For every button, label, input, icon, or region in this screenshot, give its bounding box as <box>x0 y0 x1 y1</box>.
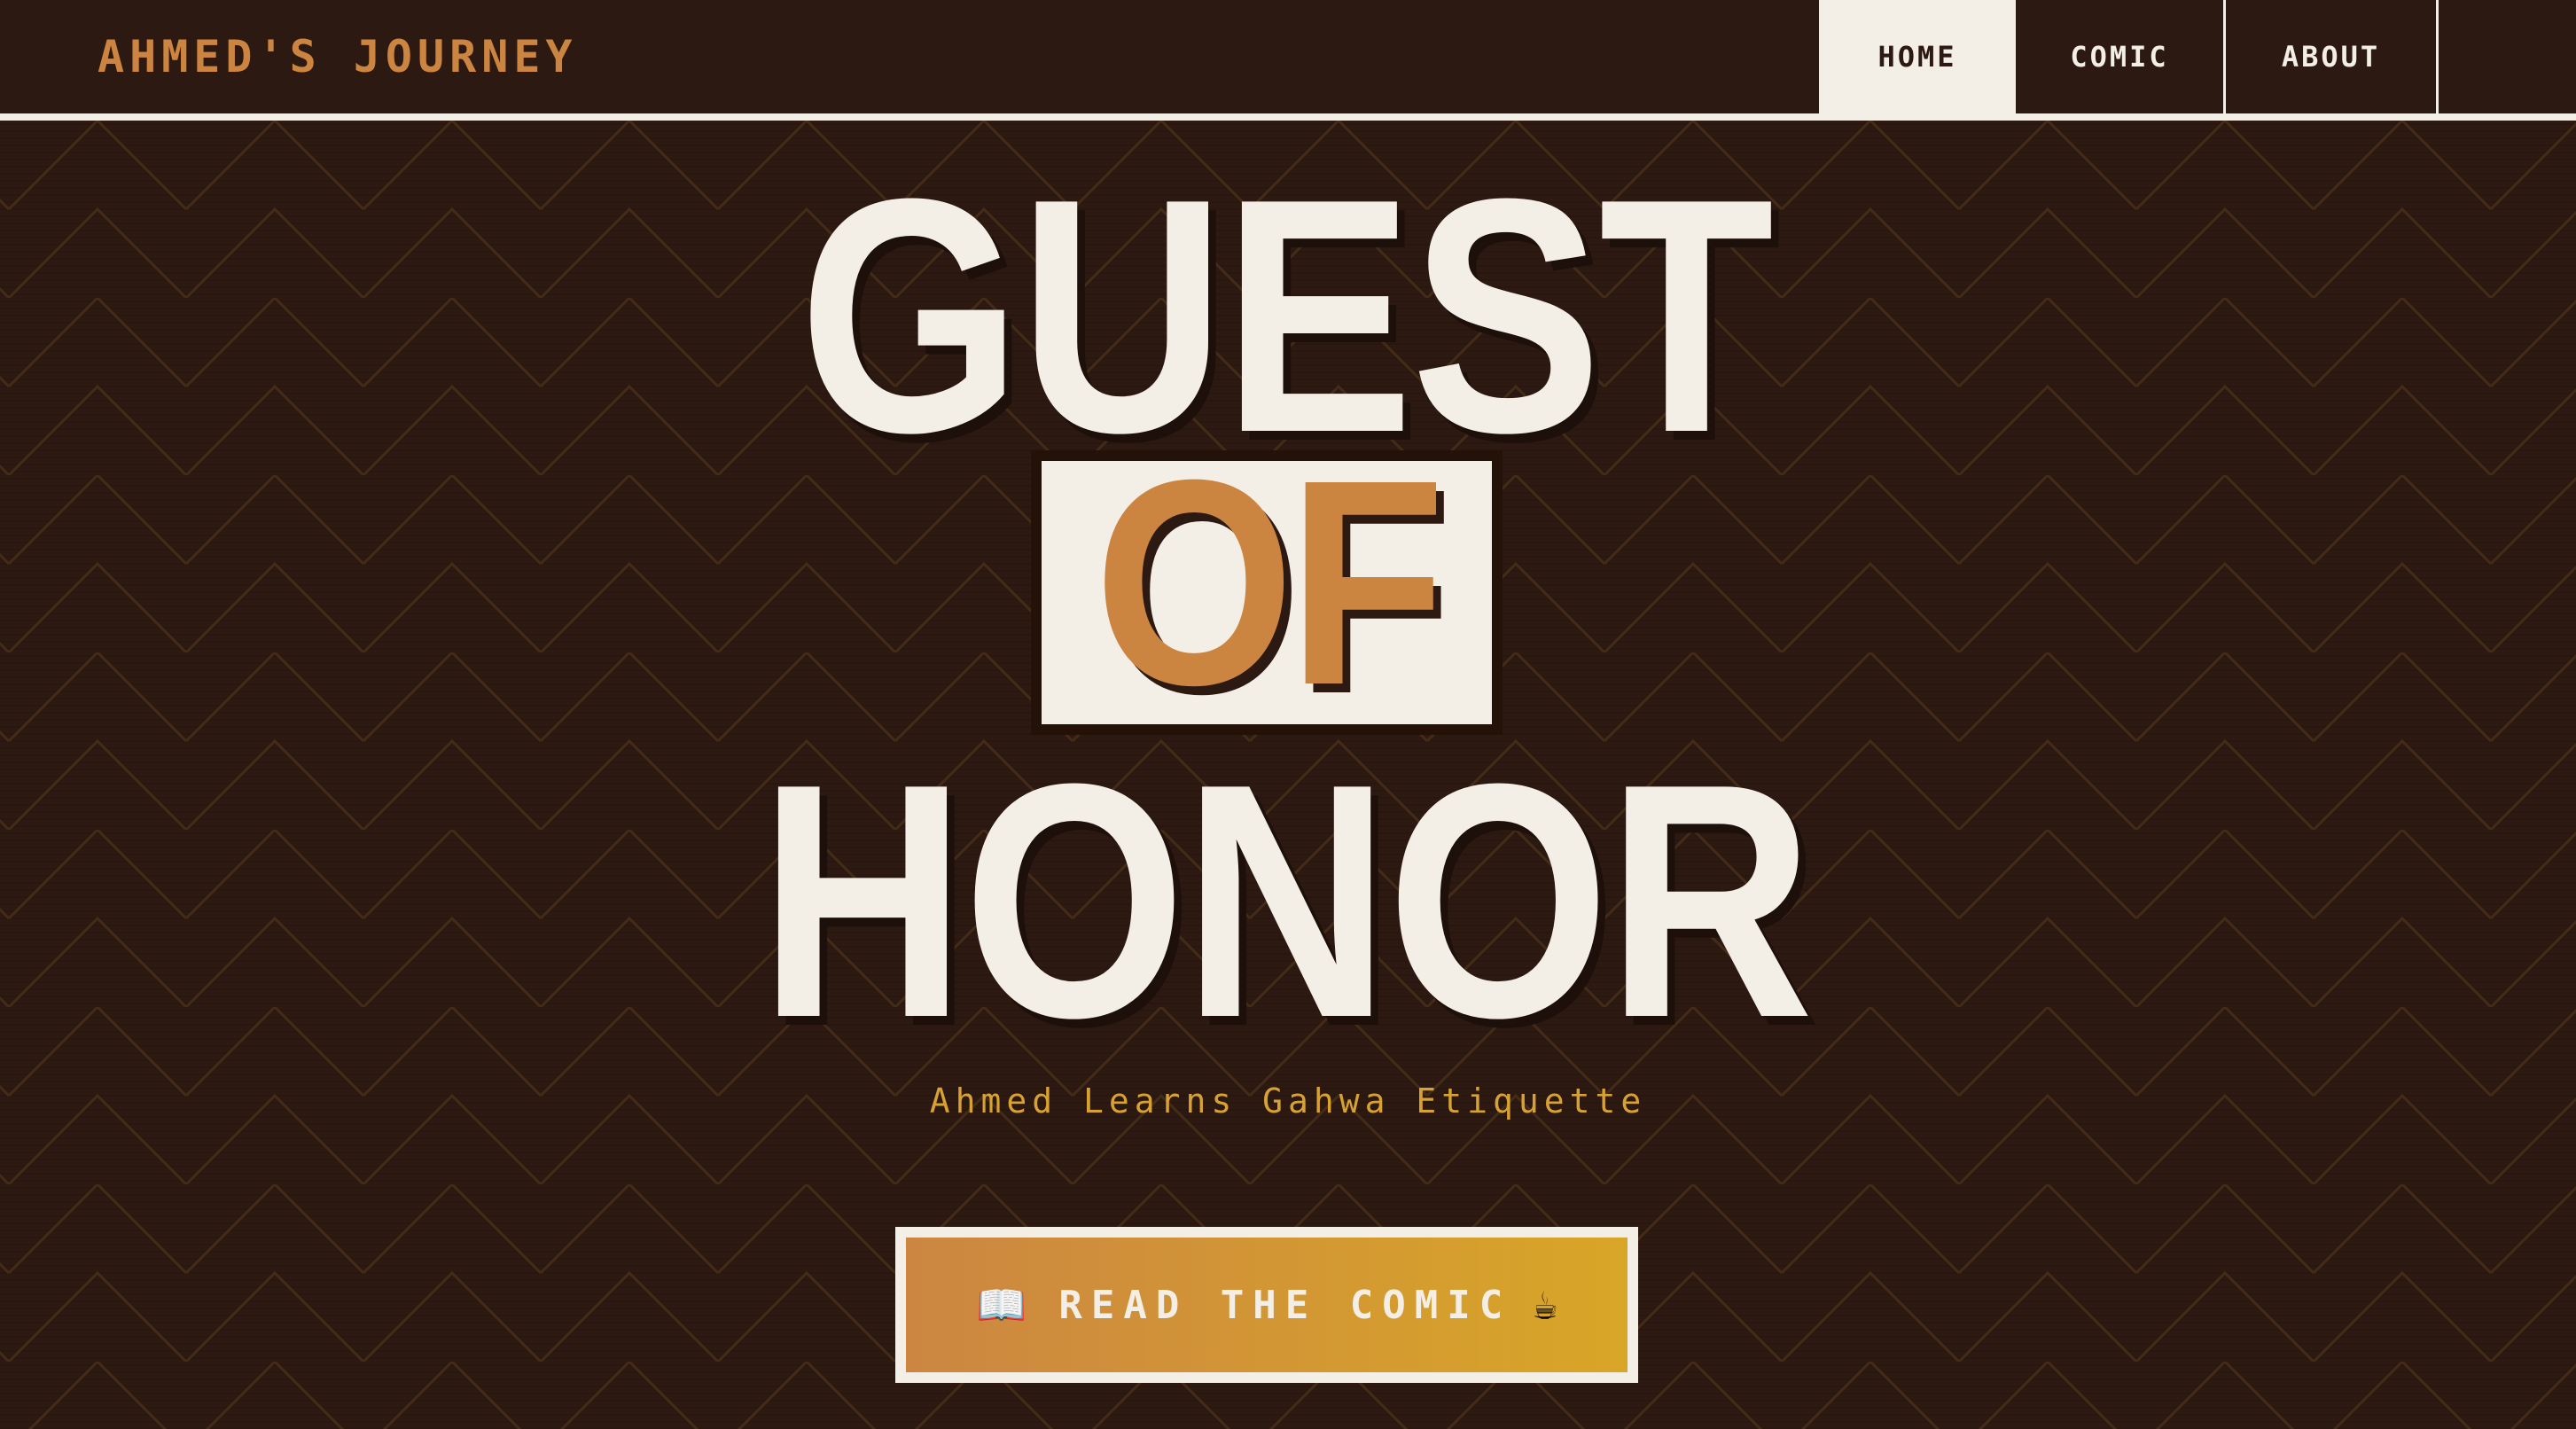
hero-subtitle: Ahmed Learns Gahwa Etiquette <box>929 1082 1647 1121</box>
hero-section: GUEST OF HONOR Ahmed Learns Gahwa Etique… <box>0 0 2576 1429</box>
top-navigation-bar: AHMED'S JOURNEY HOME COMIC ABOUT <box>0 0 2576 121</box>
cta-label: READ THE COMIC <box>1058 1282 1512 1328</box>
hero-title-honor: HONOR <box>759 714 1814 1087</box>
nav-link-home[interactable]: HOME <box>1819 0 2016 113</box>
nav-link-comic[interactable]: COMIC <box>2016 0 2226 113</box>
nav-link-about[interactable]: ABOUT <box>2226 0 2436 113</box>
site-brand-logo[interactable]: AHMED'S JOURNEY <box>98 31 578 82</box>
open-book-icon: 📖 <box>976 1281 1027 1329</box>
hero-title-of: OF <box>1094 418 1445 746</box>
hero-title-of-box: OF <box>1042 436 1492 729</box>
coffee-cup-icon: ☕ <box>1533 1281 1557 1329</box>
read-the-comic-button[interactable]: 📖 READ THE COMIC ☕ <box>895 1227 1638 1383</box>
nav-links: HOME COMIC ABOUT <box>1819 0 2439 113</box>
